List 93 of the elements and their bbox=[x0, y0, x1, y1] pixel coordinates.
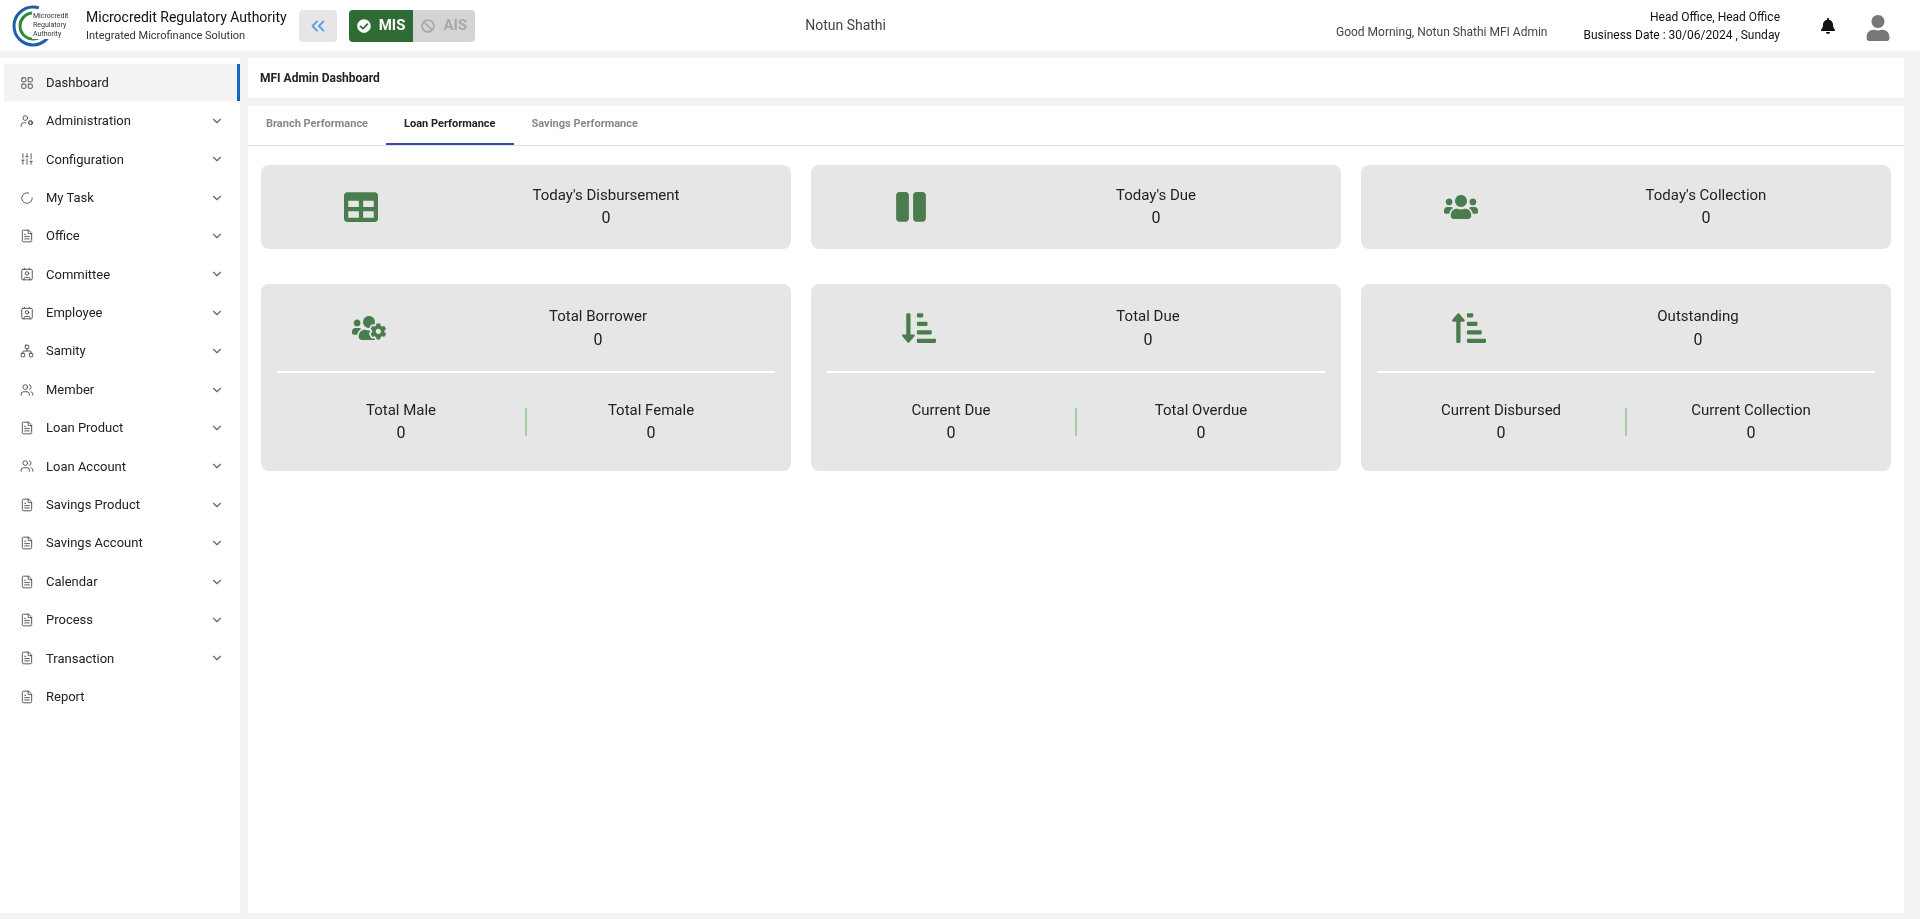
sidebar-label: Samity bbox=[46, 342, 87, 361]
stat-label: Current Collection bbox=[1691, 399, 1811, 421]
stat-label: Total Male bbox=[365, 399, 437, 421]
sidebar-item[interactable]: Report bbox=[4, 678, 240, 716]
prohibited-icon bbox=[421, 18, 436, 33]
organization-title: Notun Shathi bbox=[805, 16, 886, 35]
sort-ascending-icon bbox=[1452, 310, 1486, 345]
stat-label: Today's Disbursement bbox=[532, 184, 680, 206]
sidebar-item[interactable]: Calendar bbox=[4, 563, 240, 601]
stat-label: Outstanding bbox=[1657, 306, 1739, 328]
document-icon bbox=[20, 536, 34, 551]
sidebar-label: My Task bbox=[46, 188, 95, 207]
sidebar-item[interactable]: Member bbox=[4, 371, 240, 409]
stat-label: Total Due bbox=[1116, 306, 1180, 328]
greeting: Good Morning, Notun Shathi MFI Admin bbox=[1335, 24, 1548, 41]
sidebar-item[interactable]: Loan Product bbox=[4, 409, 240, 447]
document-icon bbox=[20, 651, 34, 666]
sidebar-label: Transaction bbox=[46, 649, 116, 668]
org-name: Microcredit Regulatory Authority bbox=[86, 7, 287, 27]
tab[interactable]: Branch Performance bbox=[248, 106, 387, 145]
sidebar-item[interactable]: Dashboard bbox=[4, 64, 240, 101]
sidebar-label: Office bbox=[46, 227, 81, 246]
sidebar-label: Committee bbox=[46, 265, 112, 284]
sidebar-label: Employee bbox=[46, 304, 104, 323]
sidebar-label: Dashboard bbox=[46, 73, 110, 92]
mode-toggle[interactable]: MIS bbox=[348, 9, 414, 42]
sidebar-item[interactable]: Savings Account bbox=[4, 524, 240, 562]
document-icon bbox=[20, 689, 34, 704]
two-bars-icon bbox=[894, 190, 928, 224]
stat-label: Current Disbursed bbox=[1440, 399, 1562, 421]
stat-value: 0 bbox=[593, 328, 603, 351]
sidebar-label: Loan Product bbox=[46, 419, 125, 438]
stat-value: 0 bbox=[1196, 422, 1206, 445]
sidebar-item[interactable]: Process bbox=[4, 601, 240, 639]
network-icon bbox=[20, 344, 34, 359]
sidebar-label: Calendar bbox=[46, 572, 99, 591]
org-subtitle: Integrated Microfinance Solution bbox=[86, 27, 247, 44]
stat-value: 0 bbox=[396, 422, 406, 445]
sidebar-item[interactable]: Transaction bbox=[4, 639, 240, 677]
business-date: Business Date : 30/06/2024 , Sunday bbox=[1583, 26, 1780, 44]
stat-value: 0 bbox=[1701, 207, 1711, 230]
sidebar-item[interactable]: Samity bbox=[4, 332, 240, 370]
sidebar-label: Administration bbox=[46, 112, 132, 131]
stat-label: Total Female bbox=[607, 399, 695, 421]
sidebar-label: Member bbox=[46, 380, 96, 399]
stat-label: Current Due bbox=[911, 399, 991, 421]
stat-value: 0 bbox=[601, 207, 611, 230]
document-icon bbox=[20, 421, 34, 435]
stat-value: 0 bbox=[1746, 422, 1756, 445]
table-icon bbox=[344, 190, 378, 224]
document-icon bbox=[20, 229, 34, 244]
stat-label: Today's Due bbox=[1115, 184, 1197, 206]
contact-card-icon bbox=[20, 305, 34, 320]
sidebar-item[interactable]: Administration bbox=[4, 102, 240, 140]
contact-card-icon bbox=[20, 267, 34, 282]
stat-value: 0 bbox=[1151, 207, 1161, 230]
document-icon bbox=[20, 574, 34, 589]
stat-label: Total Overdue bbox=[1154, 399, 1248, 421]
sidebar-item[interactable]: Committee bbox=[4, 255, 240, 293]
bell-icon bbox=[1820, 17, 1836, 34]
grid-icon bbox=[20, 75, 34, 90]
sidebar-item[interactable]: Office bbox=[4, 217, 240, 255]
user-silhouette-icon bbox=[1865, 14, 1891, 41]
stat-label: Total Borrower bbox=[549, 306, 647, 328]
tab[interactable]: Loan Performance bbox=[386, 106, 514, 145]
sidebar-item[interactable]: Savings Product bbox=[4, 486, 240, 524]
sidebar-label: Savings Product bbox=[46, 496, 141, 515]
stat-value: 0 bbox=[1496, 422, 1506, 445]
sidebar-item[interactable]: Employee bbox=[4, 294, 240, 332]
sliders-icon bbox=[20, 152, 34, 167]
document-icon bbox=[20, 612, 34, 627]
stat-value: 0 bbox=[946, 422, 956, 445]
stat-value: 0 bbox=[1693, 328, 1703, 351]
user-gear-icon bbox=[20, 113, 34, 128]
sort-descending-icon bbox=[902, 310, 936, 345]
collapse-sidebar-button[interactable] bbox=[298, 9, 337, 42]
sidebar-item[interactable]: Configuration bbox=[4, 140, 240, 178]
sidebar-label: Loan Account bbox=[46, 457, 127, 476]
sidebar-item[interactable]: My Task bbox=[4, 179, 240, 217]
stat-value: 0 bbox=[1143, 328, 1153, 351]
sidebar-item[interactable]: Loan Account bbox=[4, 447, 240, 485]
sidebar-label: Process bbox=[46, 611, 94, 630]
stat-label: Today's Collection bbox=[1645, 184, 1767, 206]
tab[interactable]: Savings Performance bbox=[513, 106, 656, 145]
office-name: Head Office, Head Office bbox=[1650, 8, 1780, 26]
people-icon bbox=[20, 382, 34, 397]
page-title: MFI Admin Dashboard bbox=[260, 70, 380, 87]
sidebar-label: Savings Account bbox=[46, 534, 144, 553]
sidebar-label: Report bbox=[46, 688, 86, 706]
document-icon bbox=[20, 497, 34, 512]
sidebar-label: Configuration bbox=[46, 150, 125, 169]
stat-value: 0 bbox=[646, 422, 656, 445]
people-icon bbox=[20, 459, 34, 474]
